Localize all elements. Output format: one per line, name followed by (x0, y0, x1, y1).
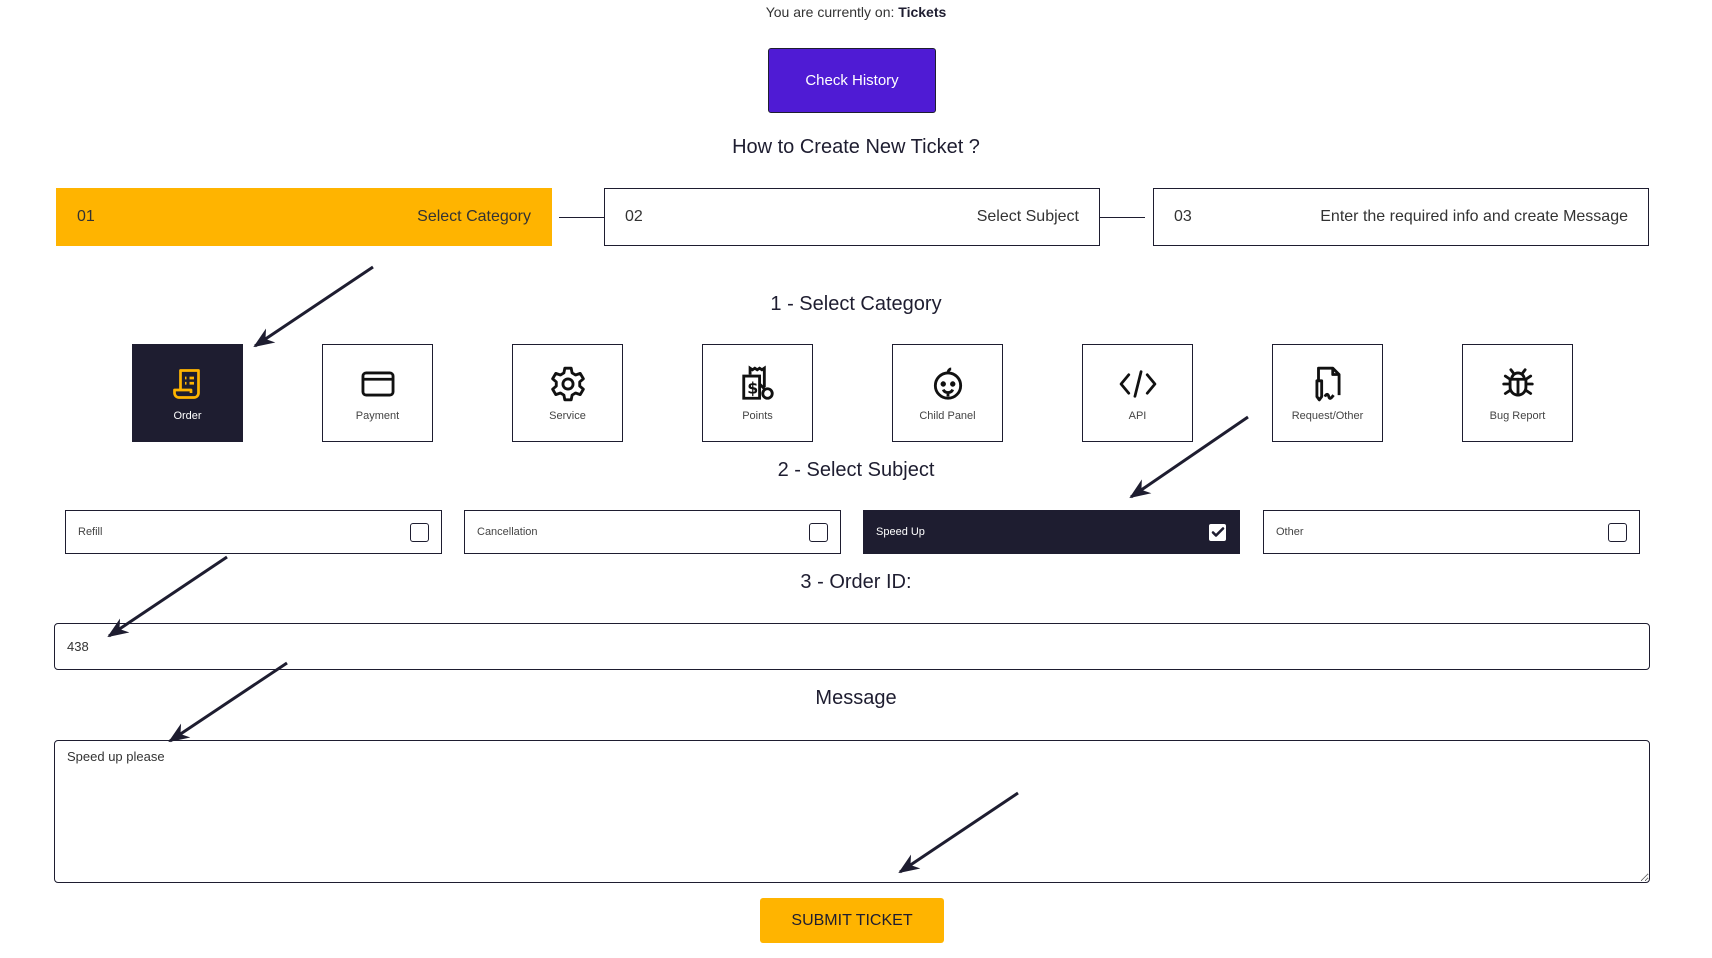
category-points[interactable]: $ Points (702, 344, 813, 442)
code-icon (1118, 364, 1158, 404)
category-label: Order (173, 410, 202, 422)
category-label: Service (549, 410, 586, 422)
baby-face-icon (928, 364, 968, 404)
category-label: Request/Other (1291, 410, 1364, 422)
category-bug-report[interactable]: Bug Report (1462, 344, 1573, 442)
category-child-panel[interactable]: Child Panel (892, 344, 1003, 442)
category-label: Payment (355, 410, 400, 422)
how-to-title: How to Create New Ticket ? (732, 136, 980, 158)
subject-other[interactable]: Other (1263, 510, 1640, 554)
step-connector (559, 217, 604, 218)
checkbox[interactable] (1608, 522, 1627, 542)
subject-label: Refill (78, 526, 103, 538)
message-textarea[interactable]: Speed up please (54, 740, 1650, 883)
category-label: API (1128, 410, 1147, 422)
order-id-title: 3 - Order ID: (800, 571, 912, 593)
category-order[interactable]: Order (132, 344, 243, 442)
category-request-other[interactable]: Request/Other (1272, 344, 1383, 442)
subject-label: Speed Up (876, 526, 925, 538)
svg-text:$: $ (747, 379, 758, 398)
checkbox[interactable] (809, 522, 828, 542)
gear-icon (548, 364, 588, 404)
checkbox[interactable] (410, 522, 429, 542)
credit-card-icon (358, 364, 398, 404)
document-sign-icon (1308, 364, 1348, 404)
select-category-title: 1 - Select Category (770, 293, 942, 315)
step-number: 03 (1174, 208, 1192, 225)
subject-label: Cancellation (477, 526, 538, 538)
subject-cancellation[interactable]: Cancellation (464, 510, 841, 554)
step-label: Select Subject (976, 208, 1079, 225)
step-label: Enter the required info and create Messa… (1320, 208, 1628, 225)
submit-ticket-button[interactable]: SUBMIT TICKET (760, 898, 944, 943)
step-number: 01 (77, 208, 95, 225)
category-label: Bug Report (1489, 410, 1546, 422)
order-id-input[interactable] (54, 623, 1650, 670)
message-title: Message (815, 687, 897, 709)
step-label: Select Category (417, 208, 531, 225)
checkmark-icon (1211, 527, 1224, 537)
dollar-receipt-icon: $ (738, 364, 778, 404)
subject-speed-up[interactable]: Speed Up (863, 510, 1240, 554)
step-1: 01 Select Category (56, 188, 552, 246)
checkbox-checked[interactable] (1208, 522, 1227, 542)
location-prefix: You are currently on: (765, 4, 895, 20)
step-connector (1100, 217, 1145, 218)
subject-label: Other (1276, 526, 1304, 538)
step-3: 03 Enter the required info and create Me… (1153, 188, 1649, 246)
bug-icon (1498, 364, 1538, 404)
step-number: 02 (625, 208, 643, 225)
subject-refill[interactable]: Refill (65, 510, 442, 554)
category-label: Child Panel (919, 410, 976, 422)
check-history-button[interactable]: Check History (768, 48, 936, 113)
select-subject-title: 2 - Select Subject (777, 459, 935, 481)
receipt-icon (168, 364, 208, 404)
category-service[interactable]: Service (512, 344, 623, 442)
step-2: 02 Select Subject (604, 188, 1100, 246)
current-location: You are currently on: Tickets (0, 4, 1712, 20)
category-api[interactable]: API (1082, 344, 1193, 442)
category-payment[interactable]: Payment (322, 344, 433, 442)
category-label: Points (742, 410, 773, 422)
location-page: Tickets (898, 4, 947, 20)
